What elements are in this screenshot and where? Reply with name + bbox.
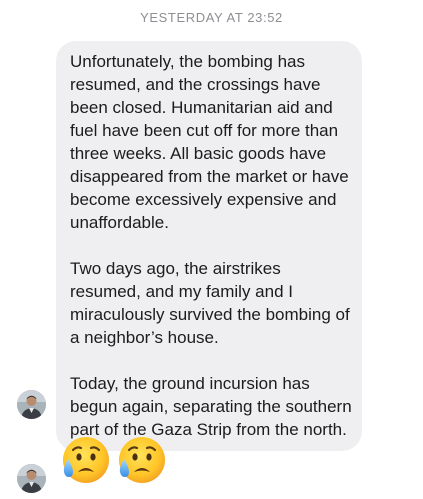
contact-avatar[interactable] bbox=[17, 390, 46, 419]
avatar-photo-icon bbox=[17, 390, 46, 419]
message-timestamp: YESTERDAY AT 23:52 bbox=[140, 10, 283, 25]
message-paragraph: Unfortunately, the bombing has resumed, … bbox=[70, 52, 349, 232]
sad-but-relieved-face-emoji-icon bbox=[60, 435, 110, 485]
message-paragraph: Today, the ground incursion has begun ag… bbox=[70, 374, 352, 439]
message-paragraph: Two days ago, the airstrikes resumed, an… bbox=[70, 259, 350, 347]
contact-avatar[interactable] bbox=[17, 464, 46, 493]
sad-but-relieved-face-emoji-icon bbox=[116, 435, 166, 485]
message-bubble[interactable]: Unfortunately, the bombing has resumed, … bbox=[56, 41, 362, 451]
avatar-photo-icon bbox=[17, 464, 46, 493]
emoji-message[interactable] bbox=[60, 435, 166, 491]
